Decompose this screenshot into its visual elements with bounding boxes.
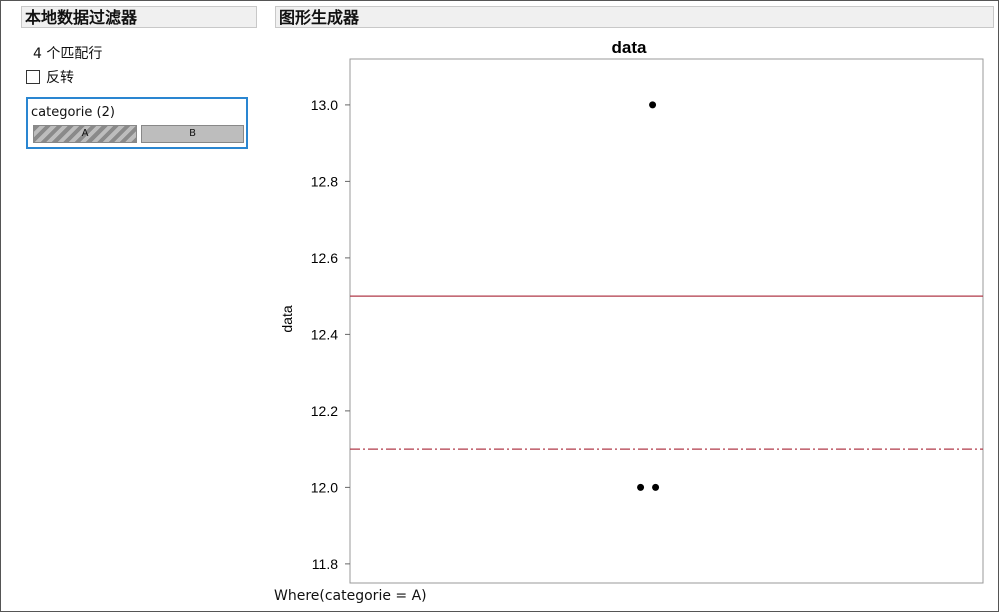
- categorie-filter[interactable]: categorie (2) A B: [26, 97, 248, 149]
- chart-title: data: [612, 38, 648, 57]
- y-axis-label: data: [279, 305, 295, 332]
- graph-builder-header: 图形生成器: [275, 6, 994, 28]
- match-count-label: 4 个匹配行: [33, 46, 103, 62]
- y-tick-label: 12.2: [311, 403, 338, 419]
- invert-checkbox[interactable]: [26, 70, 40, 84]
- y-tick-label: 13.0: [311, 97, 338, 113]
- y-tick-label: 12.6: [311, 250, 338, 266]
- y-tick-label: 11.8: [312, 556, 338, 572]
- plot-frame: [349, 58, 984, 584]
- filter-title: categorie (2): [31, 105, 115, 120]
- y-tick-label: 12.0: [311, 479, 338, 495]
- invert-label: 反转: [46, 70, 74, 86]
- invert-option[interactable]: 反转: [26, 67, 74, 87]
- filter-level-b[interactable]: B: [141, 125, 244, 143]
- where-clause: Where(categorie = A): [274, 588, 427, 604]
- data-point[interactable]: [652, 483, 660, 491]
- y-tick-label: 12.4: [311, 326, 338, 342]
- scatter-chart: data data 11.8 12.0 12.2 12.4 12.6 12.8 13.0: [279, 38, 984, 584]
- y-tick-label: 12.8: [311, 173, 338, 189]
- y-axis: 11.8 12.0 12.2 12.4 12.6 12.8 13.0: [311, 97, 350, 572]
- filter-level-a[interactable]: A: [33, 125, 137, 143]
- local-data-filter-header: 本地数据过滤器: [21, 6, 257, 28]
- data-point[interactable]: [649, 101, 657, 109]
- data-point[interactable]: [637, 483, 645, 491]
